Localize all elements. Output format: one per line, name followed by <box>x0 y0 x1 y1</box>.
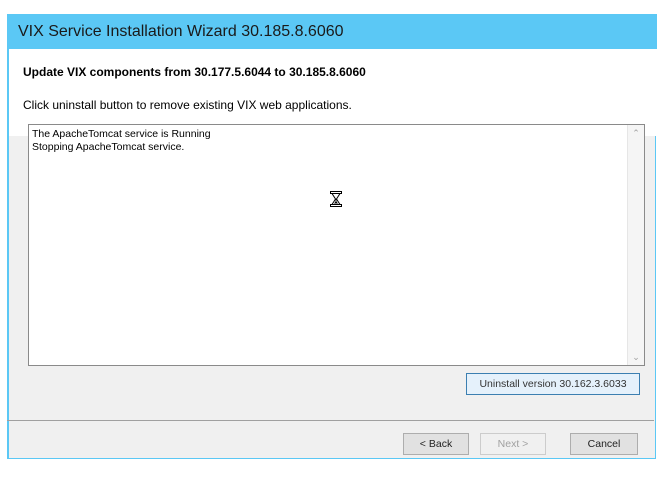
log-line: Stopping ApacheTomcat service. <box>32 141 185 153</box>
title-bar: VIX Service Installation Wizard 30.185.8… <box>7 14 657 49</box>
log-textarea[interactable]: The ApacheTomcat service is Running Stop… <box>28 124 645 366</box>
log-line: The ApacheTomcat service is Running <box>32 128 211 140</box>
uninstall-button[interactable]: Uninstall version 30.162.3.6033 <box>466 373 640 395</box>
back-button[interactable]: < Back <box>403 433 469 455</box>
hourglass-icon <box>330 191 342 207</box>
page-heading: Update VIX components from 30.177.5.6044… <box>23 65 366 79</box>
window-title: VIX Service Installation Wizard 30.185.8… <box>18 23 344 40</box>
scroll-up-icon[interactable]: ⌃ <box>628 125 644 141</box>
instruction-text: Click uninstall button to remove existin… <box>23 98 352 112</box>
header-panel: Update VIX components from 30.177.5.6044… <box>9 49 656 136</box>
next-button[interactable]: Next > <box>480 433 546 455</box>
log-content: The ApacheTomcat service is Running Stop… <box>32 128 211 154</box>
vertical-scrollbar[interactable]: ⌃ ⌄ <box>627 125 644 365</box>
scroll-down-icon[interactable]: ⌄ <box>628 349 644 365</box>
cancel-button[interactable]: Cancel <box>570 433 638 455</box>
